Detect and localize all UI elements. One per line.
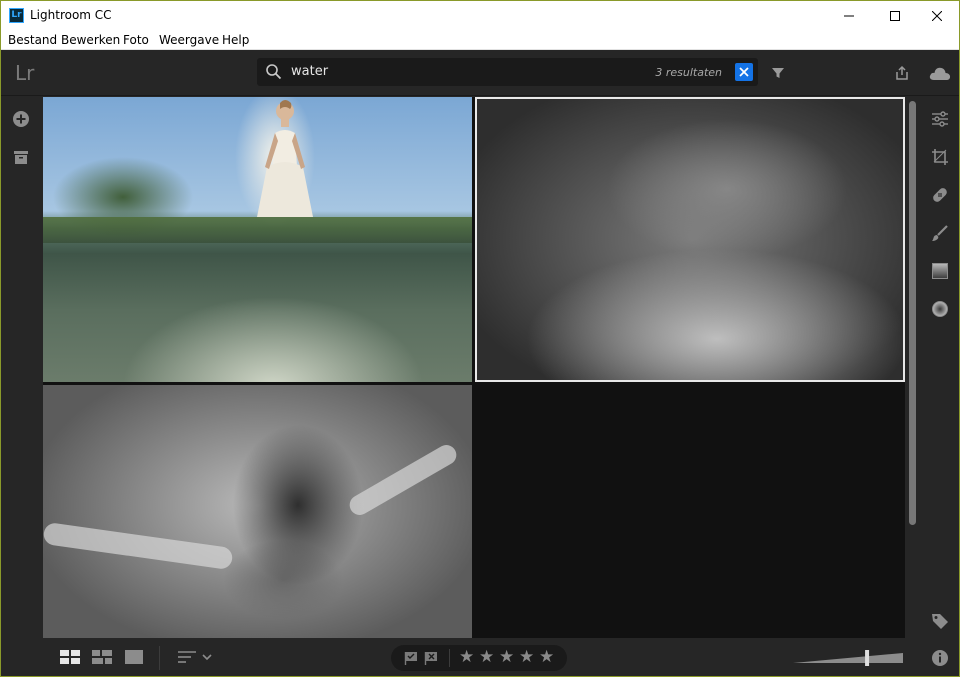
lightroom-app-icon: Lr xyxy=(9,8,24,23)
photo-underwater-girl[interactable] xyxy=(43,385,472,638)
top-toolbar: Lr 3 resultaten xyxy=(1,50,959,96)
photo-arm-left xyxy=(43,521,234,571)
square-grid-view-button[interactable] xyxy=(59,648,81,666)
bottom-bar: ★ ★ ★ ★ ★ xyxy=(43,638,919,676)
edit-sliders-icon xyxy=(932,111,948,127)
filter-button[interactable] xyxy=(768,63,788,83)
flag-rating-pill: ★ ★ ★ ★ ★ xyxy=(391,645,567,671)
library-button[interactable] xyxy=(9,145,33,169)
keywords-icon xyxy=(932,614,948,629)
menu-foto[interactable]: Foto xyxy=(123,33,149,47)
brush-icon xyxy=(932,225,948,241)
photo-underwater-dress[interactable] xyxy=(475,97,905,382)
radial-gradient-button[interactable] xyxy=(928,297,952,321)
menu-weergave[interactable]: Weergave xyxy=(159,33,219,47)
menu-bar: Bestand Bewerken Foto Weergave Help xyxy=(1,30,959,50)
photo-grid xyxy=(43,97,905,638)
search-input[interactable] xyxy=(291,64,591,79)
cloud-sync-button[interactable] xyxy=(926,62,954,84)
close-window-button[interactable] xyxy=(914,1,959,30)
pick-flag-button[interactable] xyxy=(403,650,419,666)
photo-bride-in-water[interactable] xyxy=(43,97,472,382)
photo-waterline xyxy=(43,217,472,243)
reject-flag-icon xyxy=(424,652,437,665)
linear-gradient-icon xyxy=(932,263,948,279)
grid-scrollbar[interactable] xyxy=(906,97,918,638)
thumbnail-size-slider[interactable] xyxy=(791,649,905,667)
minimize-button[interactable] xyxy=(826,1,872,30)
keywords-button[interactable] xyxy=(928,609,952,633)
minimize-icon xyxy=(844,15,854,16)
sort-icon xyxy=(178,651,196,663)
star-1-icon[interactable]: ★ xyxy=(459,649,474,666)
chevron-down-icon xyxy=(202,654,212,661)
photo-grid-view-button[interactable] xyxy=(91,648,113,666)
search-icon xyxy=(265,63,283,86)
sort-button[interactable] xyxy=(173,648,217,666)
photo-grid-icon xyxy=(92,650,112,664)
search-result-count: 3 resultaten xyxy=(655,66,722,79)
lightroom-logo: Lr xyxy=(15,61,35,85)
reject-flag-button[interactable] xyxy=(423,650,439,666)
pill-divider xyxy=(449,649,450,667)
info-icon xyxy=(932,650,948,666)
close-icon xyxy=(932,10,942,21)
photo-arm-right xyxy=(346,441,460,519)
radial-gradient-icon xyxy=(932,301,948,317)
linear-gradient-button[interactable] xyxy=(928,259,952,283)
menu-help[interactable]: Help xyxy=(222,33,249,47)
clear-search-button[interactable] xyxy=(735,63,753,81)
star-4-icon[interactable]: ★ xyxy=(519,649,534,666)
maximize-icon xyxy=(890,10,900,21)
brush-button[interactable] xyxy=(928,221,952,245)
app-window: Lr Lightroom CC Bestand Bewerken Foto We… xyxy=(0,0,960,677)
healing-icon xyxy=(933,188,947,202)
star-2-icon[interactable]: ★ xyxy=(479,649,494,666)
maximize-button[interactable] xyxy=(872,1,918,30)
clear-icon xyxy=(739,67,749,77)
share-icon xyxy=(896,65,908,80)
detail-view-button[interactable] xyxy=(123,648,145,666)
bride-figure xyxy=(257,100,313,217)
right-rail xyxy=(919,97,959,676)
cloud-icon xyxy=(929,67,951,80)
crop-button[interactable] xyxy=(928,145,952,169)
menu-bestand[interactable]: Bestand xyxy=(8,33,57,47)
left-rail xyxy=(1,97,43,676)
menu-bewerken[interactable]: Bewerken xyxy=(61,33,120,47)
search-bar: 3 resultaten xyxy=(257,58,758,86)
share-button[interactable] xyxy=(891,62,913,84)
star-3-icon[interactable]: ★ xyxy=(499,649,514,666)
slider-thumb xyxy=(865,650,870,666)
square-grid-icon xyxy=(60,650,80,664)
star-5-icon[interactable]: ★ xyxy=(539,649,554,666)
window-title: Lightroom CC xyxy=(30,8,112,22)
filter-icon xyxy=(772,68,784,78)
crop-icon xyxy=(932,149,948,165)
pick-flag-icon xyxy=(404,652,417,665)
library-icon xyxy=(14,151,28,164)
info-button[interactable] xyxy=(928,646,952,670)
add-photos-icon xyxy=(13,111,29,127)
add-photos-button[interactable] xyxy=(9,107,33,131)
size-slider-icon xyxy=(793,650,903,666)
bottom-divider xyxy=(159,646,160,670)
detail-view-icon xyxy=(125,650,143,664)
edit-button[interactable] xyxy=(928,107,952,131)
scrollbar-thumb[interactable] xyxy=(909,101,916,525)
healing-button[interactable] xyxy=(928,183,952,207)
title-bar: Lr Lightroom CC xyxy=(1,1,959,30)
